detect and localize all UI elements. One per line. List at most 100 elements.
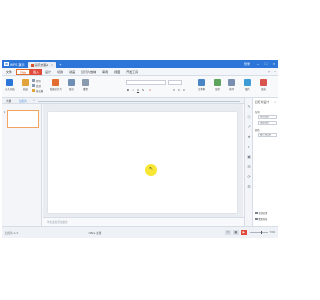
fill-type-option-gradient[interactable]: 渐变填充 [258, 121, 277, 125]
font-color-button[interactable]: A [148, 88, 152, 92]
background-section-label: 背景 [255, 111, 260, 114]
menu-review[interactable]: 审阅 [99, 69, 111, 75]
slide-design-panel: 幻灯片设计 × 背景 纯色填充 渐变填充 颜色 图片或纹理 全部应用 重置背景 [252, 98, 278, 226]
slide-count-status: 幻灯片 1 / 1 [5, 231, 19, 235]
document-tab-label: 演示文稿1 [34, 63, 49, 67]
menu-bar: 文件 开始 插入 设计 切换 动画 幻灯片放映 审阅 视图 开发工具 ? ^ [2, 68, 278, 76]
layout-label: 版式 [69, 88, 74, 91]
paste-button[interactable]: 粘贴 [22, 79, 29, 91]
menu-animations[interactable]: 动画 [66, 69, 78, 75]
slide-canvas[interactable]: ↖ [48, 112, 237, 213]
menu-design[interactable]: 设计 [42, 69, 54, 75]
zoom-slider[interactable] [249, 231, 268, 234]
minimize-button[interactable]: – [254, 60, 262, 68]
format-painter-button[interactable]: 格式刷 [32, 89, 43, 93]
italic-button[interactable]: I [131, 88, 135, 92]
fill-label: 填充 [261, 88, 266, 91]
copy-icon [32, 84, 35, 88]
close-panel-icon[interactable]: × [274, 100, 276, 104]
picture-icon [244, 79, 251, 86]
align-center-icon[interactable]: ≡ [177, 88, 181, 92]
picture-button[interactable]: 图片 [244, 79, 251, 91]
app-brand-label: WPS 演示 [10, 62, 25, 67]
close-tab-icon[interactable]: × [51, 63, 53, 67]
app-brand[interactable]: W WPS 演示 [2, 60, 28, 68]
apply-all-label: 全部应用 [258, 213, 268, 215]
reset-label: 重置 [83, 88, 88, 91]
font-name-select[interactable] [126, 80, 166, 85]
paste-label: 粘贴 [23, 88, 28, 91]
tab-slides[interactable]: 幻灯片 [15, 99, 31, 103]
new-tab-button[interactable]: + [58, 62, 63, 67]
wps-logo-icon: W [4, 62, 9, 66]
status-bar: 幻灯片 1 / 1 Office 主题 ▭ ▦ ▶ 71% [2, 226, 278, 238]
scissors-icon [32, 79, 35, 83]
cut-button[interactable]: 剪切 [32, 79, 41, 83]
fill-icon [260, 79, 267, 86]
zoom-level: 71% [269, 231, 275, 234]
shape-icon [214, 79, 221, 86]
maximize-button[interactable]: □ [262, 60, 270, 68]
shape-button[interactable]: 形状 [214, 79, 221, 91]
play-button[interactable]: ▶ [240, 230, 247, 235]
textbox-button[interactable]: 文本框 [198, 79, 205, 91]
slide-editing-area: ↖ [43, 104, 243, 217]
login-button[interactable]: 登录 [244, 62, 250, 66]
new-slide-label: 新建幻灯片 [50, 88, 62, 91]
ribbon-toolbar: 从头开始 粘贴 剪切 复制 格式刷 新建幻灯片 版式 重置 B I U S A … [2, 76, 278, 98]
start-slideshow-button[interactable]: 从头开始 [5, 79, 15, 91]
zoom-slider-thumb[interactable] [260, 231, 263, 234]
notes-area[interactable]: 单击此处添加备注 [43, 217, 244, 226]
copy-button[interactable]: 复制 [32, 84, 41, 88]
reset-background-label: 重置背景 [258, 219, 268, 221]
close-pane-icon[interactable]: × [33, 99, 35, 102]
menu-insert[interactable]: 插入 [30, 68, 43, 75]
copy-label: 复制 [36, 84, 41, 88]
menu-file[interactable]: 文件 [2, 69, 16, 75]
new-slide-icon [52, 79, 60, 86]
slide-thumbnail[interactable] [7, 110, 39, 128]
start-slideshow-label: 从头开始 [5, 88, 15, 91]
align-left-icon[interactable]: ≡ [172, 88, 176, 92]
menu-developer[interactable]: 开发工具 [123, 69, 141, 75]
format-painter-icon [32, 89, 35, 93]
normal-view-button[interactable]: ▭ [224, 230, 231, 235]
menu-view[interactable]: 视图 [111, 69, 123, 75]
slide-number: 1 [4, 111, 6, 114]
bold-button[interactable]: B [126, 88, 130, 92]
menu-transitions[interactable]: 切换 [54, 69, 66, 75]
cut-label: 剪切 [36, 79, 41, 83]
textbox-label: 文本框 [198, 88, 206, 91]
theme-name-status: Office 主题 [88, 231, 102, 235]
arrange-button[interactable]: 排列 [228, 79, 235, 91]
reset-background-button[interactable]: 重置背景 [255, 217, 267, 221]
align-right-icon[interactable]: ≡ [182, 88, 186, 92]
menu-slide-show[interactable]: 幻灯片放映 [78, 69, 99, 75]
fill-color-label: 颜色 [255, 129, 260, 132]
reset-button[interactable]: 重置 [82, 79, 89, 91]
fill-button[interactable]: 填充 [260, 79, 267, 91]
play-slide-icon [6, 79, 14, 86]
arrange-label: 排列 [229, 88, 234, 91]
panel-title: 幻灯片设计 [255, 100, 269, 104]
layout-button[interactable]: 版式 [68, 79, 75, 91]
textbox-icon [198, 79, 206, 86]
presentation-file-icon [30, 63, 34, 67]
underline-button[interactable]: U [136, 88, 140, 92]
paste-icon [22, 79, 29, 86]
checkbox-icon [255, 211, 258, 215]
title-bar: W WPS 演示 演示文稿1 × + 登录 – □ × [2, 60, 278, 68]
mouse-cursor-icon: ↖ [149, 166, 154, 172]
collapse-ribbon-icon[interactable]: ^ [272, 70, 278, 74]
arrange-icon [228, 79, 235, 86]
menu-home[interactable]: 开始 [16, 68, 31, 75]
strikethrough-button[interactable]: S [141, 88, 145, 92]
new-slide-button[interactable]: 新建幻灯片 [50, 79, 62, 91]
font-size-select[interactable] [168, 80, 182, 85]
fill-type-option-picture[interactable]: 图片或纹理 [258, 133, 277, 137]
fill-type-option-solid[interactable]: 纯色填充 [258, 115, 277, 119]
slide-sorter-button[interactable]: ▦ [232, 230, 239, 235]
close-window-button[interactable]: × [270, 60, 278, 68]
apply-all-checkbox[interactable]: 全部应用 [255, 211, 267, 215]
tab-outline[interactable]: 大纲 [2, 99, 15, 103]
